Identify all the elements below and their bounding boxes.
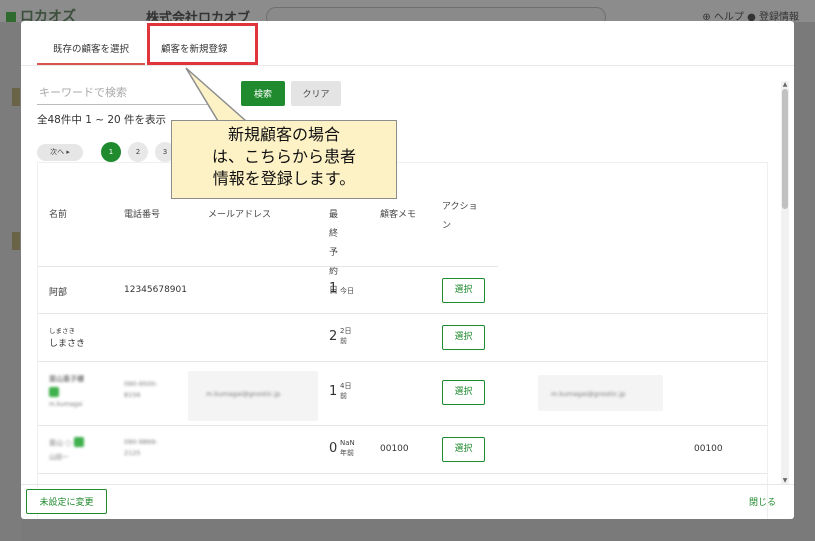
customer-select-modal: 既存の顧客を選択 顧客を新規登録 検索 クリア 全48件中 1 ~ 20 件を表…	[21, 21, 794, 519]
column-header-memo: 顧客メモ	[380, 210, 417, 220]
customer-name: 阿部	[49, 288, 68, 298]
next-page-button[interactable]: 次へ ▸	[37, 144, 83, 161]
row-divider	[38, 473, 767, 474]
customer-status-chip	[49, 387, 59, 398]
row-divider	[38, 313, 767, 314]
page-button-2[interactable]: 2	[128, 142, 148, 162]
column-header-name: 名前	[49, 210, 68, 220]
result-count: 全48件中 1 ~ 20 件を表示	[37, 114, 167, 126]
app-sidebar	[0, 22, 21, 541]
last-visit-days: 2	[329, 329, 338, 344]
app-logo: ロカオズ	[6, 6, 126, 22]
status-chip-icon	[74, 437, 84, 447]
row-divider	[38, 266, 498, 267]
customer-sub: m.kumagai	[49, 401, 83, 408]
modal-scrollbar[interactable]: ▲ ▼	[781, 81, 789, 485]
select-customer-button[interactable]: 選択	[442, 437, 485, 462]
column-header-phone: 電話番号	[124, 210, 161, 220]
column-header-email: メールアドレス	[208, 210, 272, 220]
customer-status-chip	[74, 437, 84, 448]
customer-phone: 090-9869-2125	[124, 438, 158, 457]
last-visit-unit: 今日	[340, 287, 354, 295]
unset-button[interactable]: 未設定に変更	[26, 489, 107, 514]
customer-email: m.kumagai@gnostic.jp	[206, 390, 281, 398]
last-visit-unit: 4日前	[340, 382, 352, 400]
row-divider	[38, 425, 767, 426]
customer-memo: 00100	[380, 444, 409, 454]
footer-divider	[21, 484, 794, 485]
page-button-1[interactable]: 1	[101, 142, 121, 162]
callout-line: は、こちらから患者	[211, 147, 356, 166]
last-visit-unit: 2日前	[340, 327, 352, 345]
last-visit-days: 1	[329, 281, 338, 296]
scroll-up-icon[interactable]: ▲	[781, 81, 789, 89]
search-button[interactable]: 検索	[241, 81, 285, 106]
sidebar-marker	[12, 232, 20, 250]
last-visit-unit: NaN年前	[340, 439, 355, 457]
callout-note: 新規顧客の場合 は、こちらから患者 情報を登録します。	[171, 120, 397, 199]
close-button[interactable]: 閉じる	[749, 495, 776, 508]
customer-kana: しまさき	[49, 327, 75, 335]
app-header: ロカオズ 株式会社ロカオブ ⊕ ヘルプ ● 登録情報	[0, 0, 815, 27]
customer-table: 名前 電話番号 メールアドレス 最終予約日 顧客メモ アクション 阿部 1234…	[37, 162, 768, 519]
customer-extra: m.kumagai@gnostic.jp	[551, 390, 626, 398]
select-customer-button[interactable]: 選択	[442, 380, 485, 405]
select-customer-button[interactable]: 選択	[442, 278, 485, 303]
last-visit-days: 0	[329, 441, 338, 456]
scroll-thumb[interactable]	[782, 89, 788, 209]
search-input[interactable]	[37, 81, 225, 105]
clear-button[interactable]: クリア	[291, 81, 341, 106]
column-header-action: アクション	[442, 202, 478, 231]
row-divider	[38, 361, 767, 362]
customer-phone: 12345678901	[124, 285, 187, 295]
tab-existing-customer[interactable]: 既存の顧客を選択	[37, 21, 146, 65]
callout-line: 情報を登録します。	[212, 169, 356, 188]
customer-name: 苗山直子様	[49, 375, 84, 383]
customer-name: しまさき	[49, 339, 86, 349]
logo-mark-icon	[6, 12, 16, 22]
sidebar-marker	[12, 88, 20, 106]
status-chip-icon	[49, 387, 59, 397]
select-customer-button[interactable]: 選択	[442, 325, 485, 350]
customer-extra: 00100	[694, 444, 723, 454]
tab-divider	[21, 65, 794, 66]
customer-phone: 090-9500-8156	[124, 380, 158, 399]
highlight-box	[147, 23, 258, 65]
callout-line: 新規顧客の場合	[227, 125, 340, 144]
last-visit-days: 1	[329, 384, 338, 399]
customer-sub: 山田一	[49, 453, 69, 461]
